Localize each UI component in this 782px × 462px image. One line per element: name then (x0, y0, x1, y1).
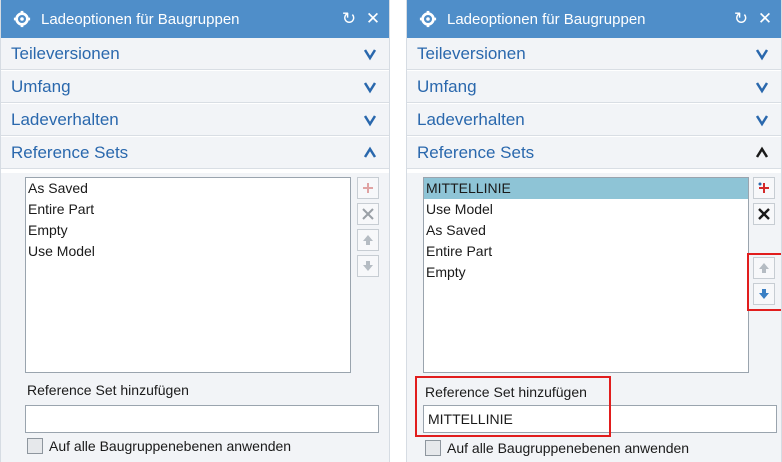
section-reference-sets[interactable]: Reference Sets (407, 137, 781, 169)
close-icon (362, 208, 374, 220)
gear-icon (13, 10, 31, 28)
chevron-down-icon (363, 114, 377, 126)
list-item[interactable]: As Saved (26, 178, 350, 199)
dialog-titlebar: Ladeoptionen für Baugruppen ↻ ✕ (407, 0, 781, 38)
list-item-selected[interactable]: MITTELLINIE (424, 178, 748, 199)
list-item[interactable]: Entire Part (424, 241, 748, 262)
apply-all-levels-checkbox[interactable] (425, 440, 441, 456)
close-icon[interactable]: ✕ (757, 9, 773, 29)
dialog-title: Ladeoptionen für Baugruppen (41, 10, 240, 28)
close-icon (758, 208, 770, 220)
list-item[interactable]: Use Model (424, 199, 748, 220)
arrow-up-icon (363, 235, 373, 245)
chevron-down-icon (363, 81, 377, 93)
chevron-down-icon (755, 48, 769, 60)
delete-button[interactable] (357, 203, 379, 225)
apply-all-levels-row[interactable]: Auf alle Baugruppenebenen anwenden (425, 440, 689, 456)
add-reference-set-highlight (415, 376, 611, 437)
section-label: Ladeverhalten (417, 109, 525, 129)
chevron-down-icon (363, 48, 377, 60)
list-item[interactable]: Empty (26, 220, 350, 241)
reference-sets-body: As Saved Entire Part Empty Use Model Ref… (1, 173, 389, 462)
dialog-title: Ladeoptionen für Baugruppen (447, 10, 646, 28)
chevron-down-icon (755, 81, 769, 93)
chevron-down-icon (755, 114, 769, 126)
add-icon (758, 182, 769, 193)
reference-set-name-input[interactable] (25, 405, 379, 433)
add-icon (363, 183, 373, 193)
section-label: Teileversionen (417, 43, 526, 63)
add-reference-set-button[interactable] (753, 177, 775, 199)
section-label: Umfang (11, 76, 71, 96)
list-item[interactable]: Use Model (26, 241, 350, 262)
chevron-up-icon (755, 146, 769, 158)
reference-sets-body: MITTELLINIE Use Model As Saved Entire Pa… (407, 173, 781, 462)
add-reference-set-button[interactable] (357, 177, 379, 199)
section-label: Teileversionen (11, 43, 120, 63)
reset-icon[interactable]: ↻ (341, 9, 357, 29)
section-teileversionen[interactable]: Teileversionen (407, 38, 781, 70)
section-teileversionen[interactable]: Teileversionen (1, 38, 389, 70)
section-umfang[interactable]: Umfang (407, 71, 781, 103)
apply-all-levels-checkbox[interactable] (27, 438, 43, 454)
section-label: Ladeverhalten (11, 109, 119, 129)
close-icon[interactable]: ✕ (365, 9, 381, 29)
move-up-button[interactable] (357, 229, 379, 251)
apply-all-levels-row[interactable]: Auf alle Baugruppenebenen anwenden (27, 438, 291, 454)
section-reference-sets[interactable]: Reference Sets (1, 137, 389, 169)
dialog-titlebar: Ladeoptionen für Baugruppen ↻ ✕ (1, 0, 389, 38)
list-item[interactable]: As Saved (424, 220, 748, 241)
move-buttons-highlight (747, 253, 781, 311)
section-label: Reference Sets (417, 142, 535, 162)
apply-all-levels-label: Auf alle Baugruppenebenen anwenden (447, 440, 690, 456)
reference-set-list[interactable]: As Saved Entire Part Empty Use Model (25, 177, 351, 373)
section-label: Umfang (417, 76, 477, 96)
list-item[interactable]: Entire Part (26, 199, 350, 220)
add-reference-set-label: Reference Set hinzufügen (27, 382, 189, 398)
section-umfang[interactable]: Umfang (1, 71, 389, 103)
section-label: Reference Sets (11, 142, 129, 162)
gear-icon (419, 10, 437, 28)
apply-all-levels-label: Auf alle Baugruppenebenen anwenden (49, 438, 292, 454)
reset-icon[interactable]: ↻ (733, 9, 749, 29)
section-ladeverhalten[interactable]: Ladeverhalten (1, 104, 389, 136)
left-dialog-panel: Ladeoptionen für Baugruppen ↻ ✕ Teilever… (0, 0, 390, 462)
chevron-up-icon (363, 146, 377, 158)
delete-button[interactable] (753, 203, 775, 225)
reference-set-list[interactable]: MITTELLINIE Use Model As Saved Entire Pa… (423, 177, 749, 373)
arrow-down-icon (363, 261, 373, 271)
list-item[interactable]: Empty (424, 262, 748, 283)
right-dialog-panel: Ladeoptionen für Baugruppen ↻ ✕ Teilever… (406, 0, 782, 462)
section-ladeverhalten[interactable]: Ladeverhalten (407, 104, 781, 136)
move-down-button[interactable] (357, 255, 379, 277)
